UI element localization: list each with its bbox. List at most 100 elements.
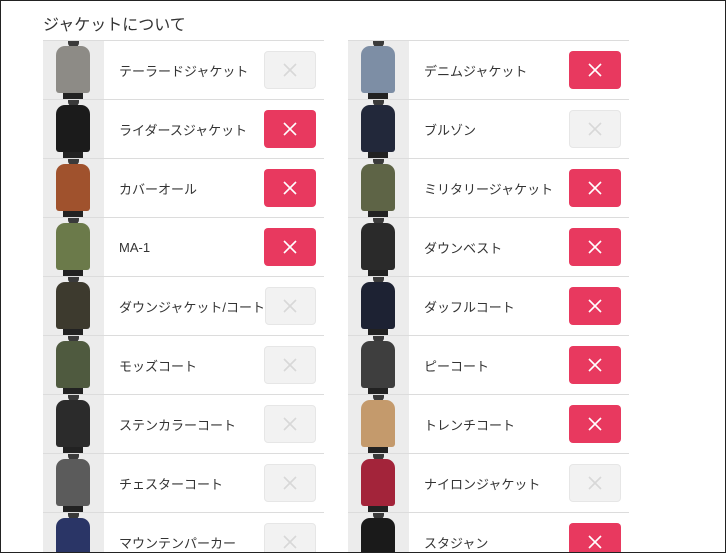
model-legs: [63, 388, 83, 394]
close-icon: [283, 358, 297, 372]
jacket-label: ブルゾン: [424, 122, 477, 138]
jacket-item: ステンカラーコート: [43, 394, 324, 453]
model-legs: [368, 506, 388, 512]
jacket-label: テーラードジャケット: [119, 63, 249, 79]
jacket-label: ライダースジャケット: [119, 122, 248, 138]
military-jacket-icon: [348, 159, 409, 217]
model-legs: [368, 447, 388, 453]
jacket-item: マウンテンパーカー: [43, 512, 324, 552]
close-icon: [283, 63, 297, 77]
dislike-toggle-button[interactable]: [569, 51, 621, 89]
jacket-label: デニムジャケット: [424, 63, 528, 79]
jacket-label: ダウンベスト: [424, 240, 503, 256]
jacket-item: モッズコート: [43, 335, 324, 394]
jacket-item: トレンチコート: [348, 394, 629, 453]
dislike-toggle-button[interactable]: [264, 523, 316, 552]
denim-jacket-icon: [348, 41, 409, 99]
jacket-item: スタジャン: [348, 512, 629, 552]
jacket-label: マウンテンパーカー: [119, 535, 237, 551]
close-icon: [588, 299, 602, 313]
jacket-shape: [56, 518, 90, 552]
model-legs: [63, 152, 83, 158]
coverall-icon: [43, 159, 104, 217]
jacket-item: MA-1: [43, 217, 324, 276]
close-icon: [588, 417, 602, 431]
pea-coat-icon: [348, 336, 409, 394]
dislike-toggle-button[interactable]: [264, 169, 316, 207]
jacket-shape: [56, 459, 90, 506]
dislike-toggle-button[interactable]: [264, 51, 316, 89]
jacket-item: チェスターコート: [43, 453, 324, 512]
model-legs: [63, 211, 83, 217]
dislike-toggle-button[interactable]: [569, 346, 621, 384]
dislike-toggle-button[interactable]: [264, 287, 316, 325]
model-legs: [368, 329, 388, 335]
dislike-toggle-button[interactable]: [569, 523, 621, 552]
jacket-shape: [361, 518, 395, 552]
close-icon: [283, 181, 297, 195]
close-icon: [588, 358, 602, 372]
dislike-toggle-button[interactable]: [569, 169, 621, 207]
jacket-shape: [56, 282, 90, 329]
jacket-shape: [361, 46, 395, 93]
duffle-coat-icon: [348, 277, 409, 335]
dislike-toggle-button[interactable]: [569, 287, 621, 325]
dislike-toggle-button[interactable]: [569, 464, 621, 502]
jacket-column-left: テーラードジャケット ライダースジャケット カバーオール MA-1 ダウンジャケット/コ…: [43, 40, 324, 552]
dislike-toggle-button[interactable]: [264, 405, 316, 443]
dislike-toggle-button[interactable]: [569, 228, 621, 266]
jacket-label: ピーコート: [424, 358, 490, 374]
model-legs: [368, 93, 388, 99]
blouson-icon: [348, 100, 409, 158]
stand-collar-coat-icon: [43, 395, 104, 453]
dislike-toggle-button[interactable]: [264, 228, 316, 266]
jacket-preferences-panel: ジャケットについて テーラードジャケット ライダースジャケット カバーオール MA-1…: [0, 0, 726, 553]
dislike-toggle-button[interactable]: [264, 110, 316, 148]
nylon-jacket-icon: [348, 454, 409, 512]
jacket-item: ダウンベスト: [348, 217, 629, 276]
close-icon: [588, 63, 602, 77]
jacket-shape: [361, 400, 395, 447]
model-legs: [368, 211, 388, 217]
jacket-item: テーラードジャケット: [43, 40, 324, 99]
jacket-shape: [361, 282, 395, 329]
riders-jacket-icon: [43, 100, 104, 158]
close-icon: [588, 181, 602, 195]
trench-coat-icon: [348, 395, 409, 453]
jacket-shape: [361, 459, 395, 506]
section-title: ジャケットについて: [43, 17, 186, 34]
model-legs: [63, 506, 83, 512]
close-icon: [283, 535, 297, 549]
dislike-toggle-button[interactable]: [264, 464, 316, 502]
jacket-shape: [361, 341, 395, 388]
model-legs: [63, 447, 83, 453]
jacket-label: ダッフルコート: [424, 299, 515, 315]
model-legs: [63, 93, 83, 99]
close-icon: [588, 535, 602, 549]
dislike-toggle-button[interactable]: [569, 110, 621, 148]
close-icon: [588, 240, 602, 254]
jacket-item: ライダースジャケット: [43, 99, 324, 158]
model-legs: [368, 388, 388, 394]
stadium-jacket-icon: [348, 513, 409, 552]
jacket-item: ダウンジャケット/コート: [43, 276, 324, 335]
chester-coat-icon: [43, 454, 104, 512]
close-icon: [283, 240, 297, 254]
down-jacket-icon: [43, 277, 104, 335]
jacket-shape: [56, 223, 90, 270]
jacket-shape: [56, 46, 90, 93]
jacket-shape: [361, 164, 395, 211]
close-icon: [588, 476, 602, 490]
close-icon: [588, 122, 602, 136]
jacket-shape: [361, 105, 395, 152]
dislike-toggle-button[interactable]: [569, 405, 621, 443]
jacket-shape: [361, 223, 395, 270]
close-icon: [283, 299, 298, 313]
jacket-label: スタジャン: [424, 535, 489, 551]
dislike-toggle-button[interactable]: [264, 346, 316, 384]
jacket-shape: [56, 164, 90, 211]
jacket-item: デニムジャケット: [348, 40, 629, 99]
jacket-item: ダッフルコート: [348, 276, 629, 335]
jacket-shape: [56, 105, 90, 152]
jacket-label: ダウンジャケット/コート: [119, 299, 265, 315]
